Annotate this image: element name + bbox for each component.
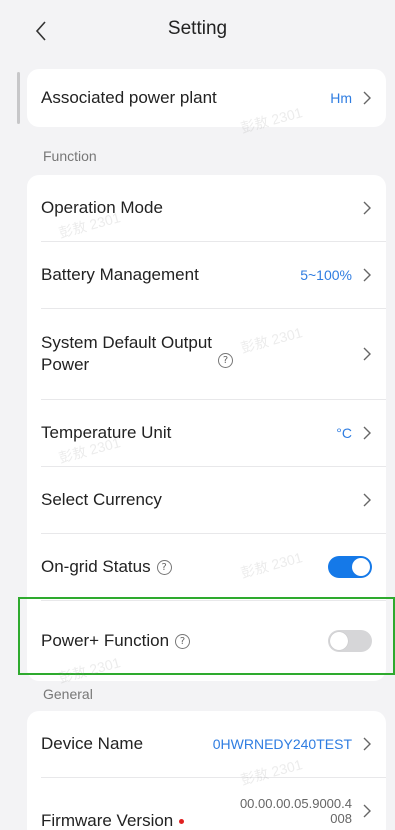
battery-management-label: Battery Management — [41, 265, 199, 284]
device-name-label: Device Name — [41, 734, 144, 753]
section-function: Function — [43, 148, 97, 164]
header-bar: Setting — [0, 0, 395, 62]
chevron-right-icon — [363, 347, 371, 361]
on-grid-status-label: On-grid Status — [41, 557, 151, 576]
page-title: Setting — [167, 18, 228, 39]
operation-mode-row[interactable]: Operation Mode — [27, 175, 386, 241]
output-power-label-line1: System Default Output — [41, 333, 213, 352]
help-icon[interactable]: ? — [156, 559, 172, 575]
chevron-right-icon — [363, 493, 371, 507]
firmware-version-text: Firmware Version — [41, 811, 174, 830]
operation-mode-label: Operation Mode — [41, 198, 163, 217]
temperature-unit-label: Temperature Unit — [41, 423, 172, 442]
help-icon[interactable]: ? — [218, 352, 234, 368]
toggle-knob — [352, 558, 370, 576]
on-grid-status-toggle[interactable] — [328, 556, 372, 578]
on-grid-status-row: On-grid Status ? — [27, 534, 386, 600]
associated-power-plant-value: Hm — [330, 90, 352, 106]
plant-card: Associated power plant Hm — [27, 69, 386, 127]
associated-power-plant-label: Associated power plant — [41, 88, 217, 107]
system-default-output-power-label: System Default Output Power — [41, 332, 212, 376]
temperature-unit-row[interactable]: Temperature Unit °C — [27, 400, 386, 466]
chevron-right-icon — [363, 804, 371, 818]
firmware-version-value: 00.00.00.05.9000.4 008 — [240, 796, 352, 826]
section-general: General — [43, 686, 93, 702]
general-card: Device Name 0HWRNEDY240TEST Firmware Ver… — [27, 711, 386, 830]
chevron-right-icon — [363, 737, 371, 751]
system-default-output-power-row[interactable]: System Default Output Power ? — [27, 309, 386, 399]
chevron-right-icon — [363, 201, 371, 215]
power-plus-function-label: Power+ Function — [41, 631, 170, 650]
chevron-right-icon — [363, 91, 371, 105]
device-name-value: 0HWRNEDY240TEST — [212, 736, 352, 752]
firmware-version-label: Firmware Version — [41, 810, 185, 830]
battery-management-value: 5~100% — [300, 267, 352, 283]
firmware-value-line1: 00.00.00.05.9000.4 — [239, 796, 352, 811]
temperature-unit-value: °C — [336, 425, 352, 441]
toggle-knob — [330, 632, 348, 650]
power-plus-function-row: Power+ Function ? — [27, 601, 386, 681]
chevron-right-icon — [363, 426, 371, 440]
chevron-right-icon — [363, 268, 371, 282]
device-name-row[interactable]: Device Name 0HWRNEDY240TEST — [27, 711, 386, 777]
update-alert-dot — [179, 819, 185, 825]
help-icon[interactable]: ? — [175, 633, 191, 649]
select-currency-row[interactable]: Select Currency — [27, 467, 386, 533]
output-power-label-line2: Power — [41, 355, 90, 374]
function-card: Operation Mode Battery Management 5~100%… — [27, 175, 386, 681]
firmware-value-line2: 008 — [330, 811, 352, 826]
associated-power-plant-row[interactable]: Associated power plant Hm — [27, 69, 386, 127]
scroll-indicator — [17, 72, 20, 124]
power-plus-function-toggle[interactable] — [328, 630, 372, 652]
select-currency-label: Select Currency — [41, 490, 162, 509]
firmware-version-row[interactable]: Firmware Version 00.00.00.05.9000.4 008 — [27, 778, 386, 830]
battery-management-row[interactable]: Battery Management 5~100% — [27, 242, 386, 308]
